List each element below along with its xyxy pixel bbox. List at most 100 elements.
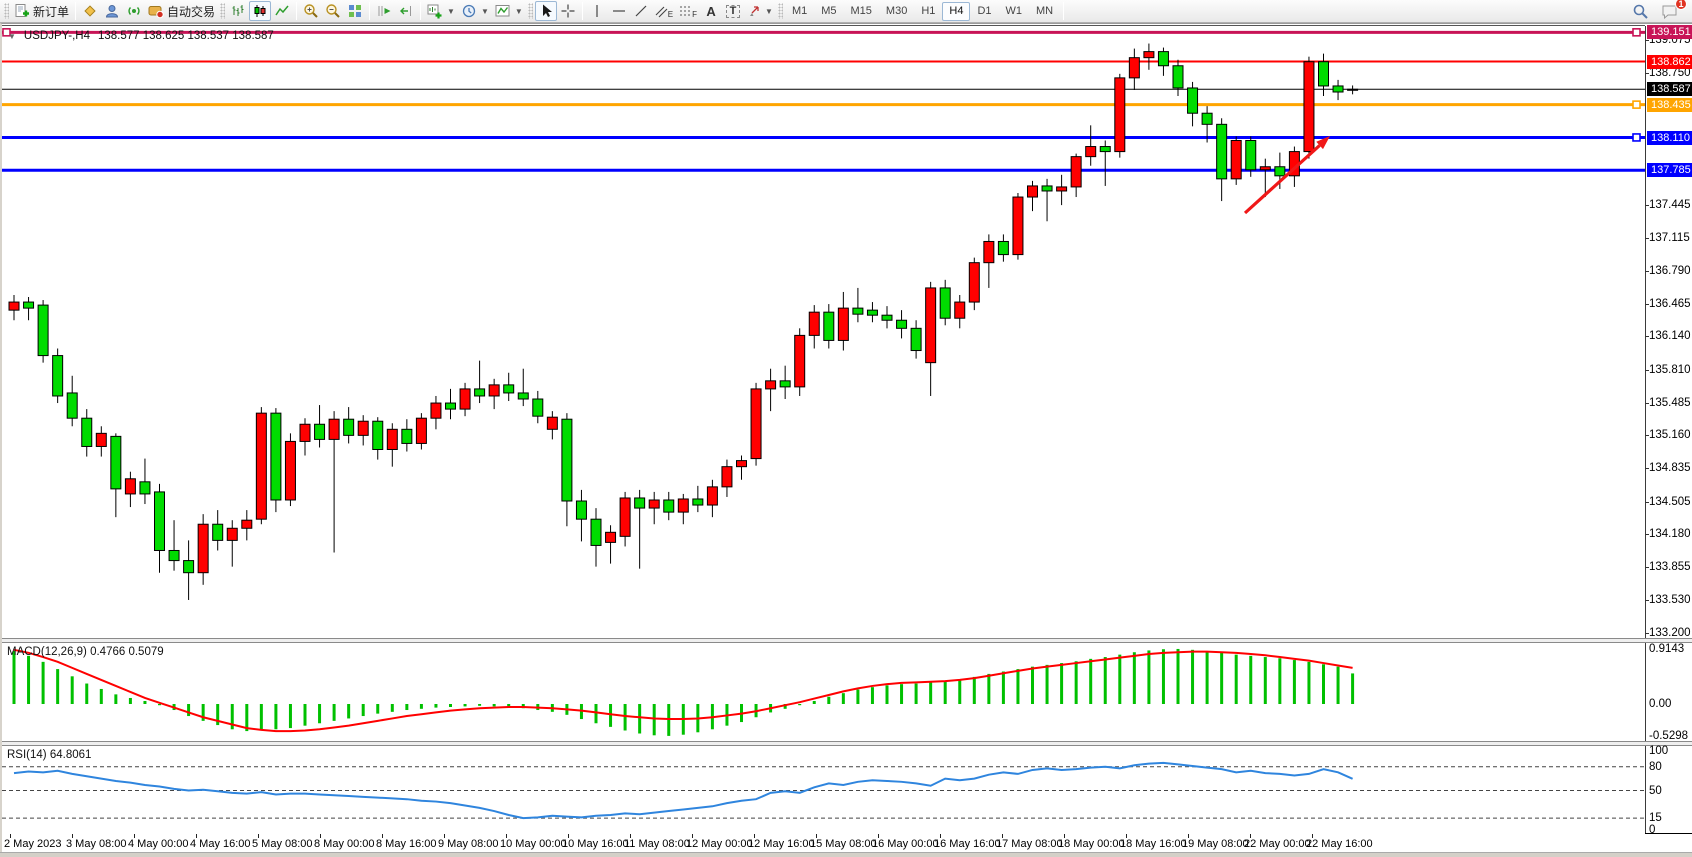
macd-bar bbox=[478, 704, 481, 706]
fibonacci-tool[interactable]: F bbox=[676, 1, 700, 21]
macd-bar bbox=[1016, 669, 1019, 704]
crosshair-icon bbox=[560, 3, 576, 19]
toolbar-gripper[interactable] bbox=[4, 3, 9, 19]
macd-bar bbox=[333, 704, 336, 721]
chat-button[interactable]: 1 bbox=[1658, 1, 1682, 21]
cursor-tool-button[interactable] bbox=[535, 1, 557, 21]
rsi-scale-label: 100 bbox=[1649, 745, 1668, 757]
equidistant-channel-tool[interactable]: E bbox=[652, 1, 676, 21]
macd-bar bbox=[464, 704, 467, 706]
vertical-line-tool[interactable] bbox=[586, 1, 608, 21]
candle bbox=[1100, 147, 1110, 152]
price-level-label: 137.785 bbox=[1647, 163, 1692, 177]
candle bbox=[169, 550, 179, 560]
candle bbox=[1057, 187, 1067, 191]
candle bbox=[96, 433, 106, 446]
macd-bar bbox=[595, 704, 598, 723]
tile-windows-button[interactable] bbox=[344, 1, 366, 21]
macd-bar bbox=[376, 704, 379, 714]
horizontal-line-tool[interactable] bbox=[608, 1, 630, 21]
candle bbox=[358, 421, 368, 435]
line-handle[interactable] bbox=[1633, 29, 1640, 36]
profiles-dropdown[interactable]: ▼ bbox=[458, 1, 492, 21]
macd-scale-label: -0.5298 bbox=[1649, 730, 1688, 742]
price-tick-label: 137.115 bbox=[1649, 231, 1690, 245]
signals-button[interactable] bbox=[123, 1, 145, 21]
toolbar-gripper[interactable] bbox=[220, 3, 225, 19]
line-handle[interactable] bbox=[1633, 101, 1640, 108]
timeframe-m5[interactable]: M5 bbox=[814, 2, 843, 21]
indicators-dropdown[interactable]: ▼ bbox=[492, 1, 526, 21]
macd-pane[interactable] bbox=[2, 643, 1692, 741]
line-handle[interactable] bbox=[1633, 134, 1640, 141]
bar-chart-button[interactable] bbox=[227, 1, 249, 21]
candle bbox=[635, 498, 645, 508]
candle bbox=[460, 389, 470, 409]
candle bbox=[824, 312, 834, 340]
price-chart-pane[interactable] bbox=[2, 26, 1692, 638]
macd-bar bbox=[56, 669, 59, 704]
candle bbox=[1348, 89, 1358, 90]
timeframe-w1[interactable]: W1 bbox=[999, 2, 1030, 21]
timeframe-m15[interactable]: M15 bbox=[844, 2, 879, 21]
macd-bar bbox=[958, 679, 961, 704]
new-order-icon bbox=[14, 3, 30, 19]
macd-bar bbox=[638, 704, 641, 733]
chart-shift-button[interactable] bbox=[395, 1, 417, 21]
community-button[interactable] bbox=[101, 1, 123, 21]
candle bbox=[1042, 186, 1052, 191]
timeframe-mn[interactable]: MN bbox=[1029, 2, 1060, 21]
chart-ohlc-values: 138.577 138.625 138.537 138.587 bbox=[98, 30, 274, 42]
macd-bar bbox=[449, 704, 452, 707]
time-axis[interactable]: 2 May 20233 May 08:004 May 00:004 May 16… bbox=[2, 834, 1692, 853]
candle bbox=[1246, 140, 1256, 169]
timeframe-h4[interactable]: H4 bbox=[942, 2, 970, 21]
timeframe-m1[interactable]: M1 bbox=[785, 2, 814, 21]
text-tool[interactable]: A bbox=[700, 1, 722, 21]
candlestick-chart-button[interactable] bbox=[249, 1, 271, 21]
candle bbox=[562, 419, 572, 501]
auto-scroll-button[interactable] bbox=[373, 1, 395, 21]
timeframe-d1[interactable]: D1 bbox=[970, 2, 998, 21]
macd-label: MACD(12,26,9) 0.4766 0.5079 bbox=[7, 646, 164, 658]
trendline-tool[interactable] bbox=[630, 1, 652, 21]
chart-collapse-icon[interactable]: ▼ bbox=[8, 32, 16, 41]
rsi-pane[interactable] bbox=[2, 746, 1692, 834]
macd-bar bbox=[493, 704, 496, 706]
search-button[interactable] bbox=[1629, 1, 1652, 21]
line-chart-button[interactable] bbox=[271, 1, 293, 21]
zoom-in-button[interactable] bbox=[300, 1, 322, 21]
macd-bar bbox=[1220, 653, 1223, 704]
macd-bar bbox=[143, 701, 146, 704]
new-order-button[interactable]: 新订单 bbox=[11, 1, 72, 21]
zoom-out-button[interactable] bbox=[322, 1, 344, 21]
time-tick-label: 12 May 00:00 bbox=[686, 838, 753, 850]
new-chart-dropdown[interactable]: ▼ bbox=[424, 1, 458, 21]
rsi-label: RSI(14) 64.8061 bbox=[7, 749, 91, 761]
time-tick-label: 10 May 16:00 bbox=[562, 838, 629, 850]
macd-bar bbox=[827, 697, 830, 704]
candle bbox=[82, 418, 92, 446]
text-label-tool[interactable]: T bbox=[722, 1, 744, 21]
bid-price-label: 138.587 bbox=[1647, 82, 1692, 96]
macd-bar bbox=[1089, 659, 1092, 704]
candle bbox=[504, 385, 514, 393]
candle bbox=[344, 419, 354, 435]
timeframe-h1[interactable]: H1 bbox=[914, 2, 942, 21]
candle bbox=[1202, 113, 1212, 124]
crosshair-tool-button[interactable] bbox=[557, 1, 579, 21]
arrows-dropdown[interactable]: ▼ bbox=[744, 1, 776, 21]
metaeditor-button[interactable] bbox=[79, 1, 101, 21]
time-tick-label: 18 May 00:00 bbox=[1058, 838, 1125, 850]
chart-symbol: USDJPY-,H4 bbox=[24, 30, 90, 42]
toolbar-gripper[interactable] bbox=[778, 3, 783, 19]
chart-window[interactable]: ▼ USDJPY-,H4 138.577 138.625 138.537 138… bbox=[0, 23, 1692, 852]
autotrading-button[interactable]: 自动交易 bbox=[145, 1, 218, 21]
toolbar-gripper[interactable] bbox=[528, 3, 533, 19]
macd-bar bbox=[842, 693, 845, 704]
time-tick-label: 3 May 08:00 bbox=[66, 838, 127, 850]
macd-bar bbox=[915, 684, 918, 704]
timeframe-m30[interactable]: M30 bbox=[879, 2, 914, 21]
candle bbox=[693, 499, 703, 505]
macd-bar bbox=[1162, 649, 1165, 704]
